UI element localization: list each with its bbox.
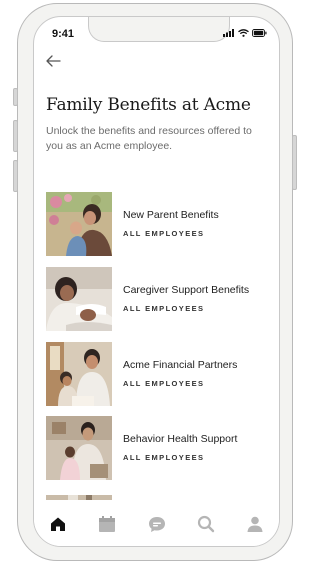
benefit-title: Acme Financial Partners (123, 359, 238, 371)
list-item[interactable]: Caregiver Support Benefits ALL EMPLOYEES (46, 267, 276, 331)
tab-bar (34, 503, 279, 546)
page-subtitle: Unlock the benefits and resources offere… (46, 125, 252, 152)
back-arrow-icon[interactable] (44, 51, 64, 71)
benefit-audience: ALL EMPLOYEES (123, 453, 205, 462)
home-icon[interactable] (47, 513, 69, 535)
benefit-thumbnail (46, 416, 112, 480)
signal-icon (223, 29, 234, 37)
benefit-audience: ALL EMPLOYEES (123, 229, 205, 238)
profile-icon[interactable] (244, 513, 266, 535)
status-icons (223, 29, 267, 37)
benefit-thumbnail (46, 267, 112, 331)
page-title: Family Benefits at Acme (46, 95, 251, 115)
side-button (292, 135, 297, 190)
list-item[interactable]: Behavior Health Support ALL EMPLOYEES (46, 416, 276, 480)
benefit-audience: ALL EMPLOYEES (123, 379, 205, 388)
benefit-thumbnail (46, 342, 112, 406)
list-item[interactable]: Acme Financial Partners ALL EMPLOYEES (46, 342, 276, 406)
wifi-icon (238, 29, 249, 37)
battery-icon (252, 29, 267, 37)
list-item[interactable]: New Parent Benefits ALL EMPLOYEES (46, 192, 276, 256)
benefit-title: New Parent Benefits (123, 209, 219, 221)
chat-icon[interactable] (146, 513, 168, 535)
status-time: 9:41 (52, 28, 75, 40)
search-icon[interactable] (195, 513, 217, 535)
benefit-title: Caregiver Support Benefits (123, 284, 250, 296)
benefit-thumbnail (46, 192, 112, 256)
screen: 9:41 Family Benefits at Acme Unlock the … (33, 16, 280, 547)
benefit-audience: ALL EMPLOYEES (123, 304, 205, 313)
calendar-icon[interactable] (96, 513, 118, 535)
notch (88, 17, 230, 42)
side-button (13, 160, 18, 192)
side-button (13, 88, 18, 106)
benefit-title: Behavior Health Support (123, 433, 238, 445)
list-item-partial (46, 491, 112, 500)
side-button (13, 120, 18, 152)
